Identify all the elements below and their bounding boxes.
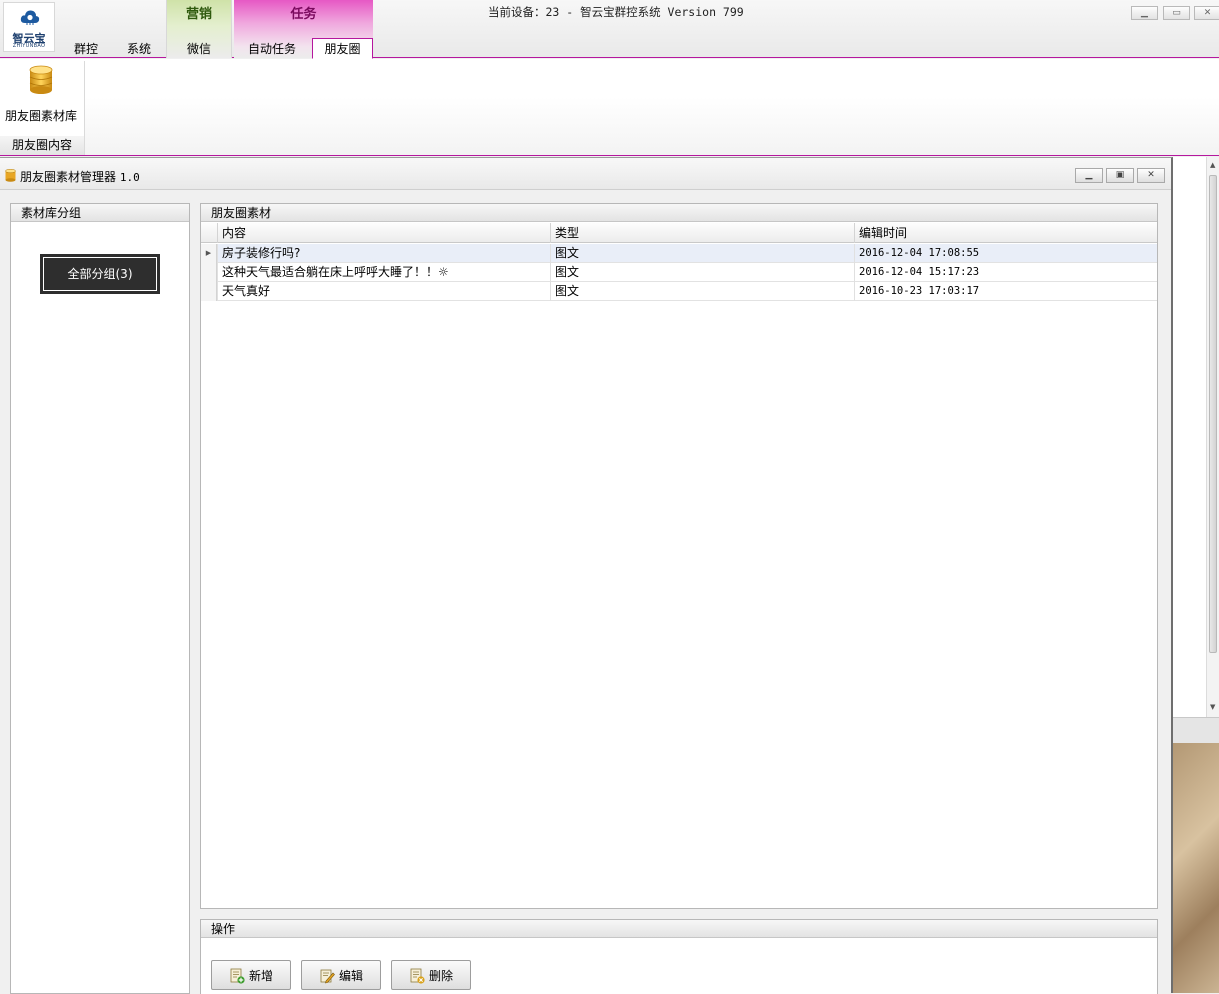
mdi-area: ▲ ▼ 朋友圈素材管理器 1.0 ▁ ▣ ✕ 素材库分组 全部分组(3) 朋友圈… bbox=[0, 157, 1219, 994]
child-window-title: 朋友圈素材管理器 1.0 bbox=[20, 168, 140, 185]
tab-moments[interactable]: 朋友圈 bbox=[312, 38, 373, 59]
table-row[interactable]: 这种天气最适合躺在床上呼呼大睡了！！☼ 图文 2016-12-04 15:17:… bbox=[201, 263, 1157, 282]
child-maximize-button[interactable]: ▣ bbox=[1106, 168, 1134, 183]
row-type: 图文 bbox=[550, 263, 854, 282]
row-type: 图文 bbox=[550, 282, 854, 301]
groups-panel: 素材库分组 全部分组(3) bbox=[10, 203, 190, 994]
logo-subtitle: ZHIYUNBAO bbox=[12, 43, 46, 49]
edit-button[interactable]: 编辑 bbox=[301, 960, 381, 990]
minimize-icon: ▁ bbox=[1141, 8, 1148, 18]
close-button[interactable]: ✕ bbox=[1194, 6, 1219, 20]
database-icon bbox=[29, 65, 53, 94]
materials-panel: 朋友圈素材 内容 类型 编辑时间 ▶ 房子装修行吗? 图文 2016-12-04… bbox=[200, 203, 1158, 909]
row-time: 2016-10-23 17:03:17 bbox=[854, 282, 1157, 301]
background-window-bar bbox=[1173, 717, 1219, 743]
tab-wechat[interactable]: 微信 bbox=[183, 40, 215, 58]
app-logo: 智云宝 ZHIYUNBAO bbox=[3, 2, 55, 52]
operations-panel-header: 操作 bbox=[201, 920, 1157, 938]
row-time: 2016-12-04 15:17:23 bbox=[854, 263, 1157, 282]
minimize-icon: ▁ bbox=[1085, 170, 1093, 180]
maximize-icon: ▣ bbox=[1115, 170, 1125, 180]
groups-panel-header: 素材库分组 bbox=[11, 204, 189, 222]
add-icon bbox=[230, 968, 245, 984]
all-groups-button[interactable]: 全部分组(3) bbox=[40, 254, 160, 294]
mdi-scrollbar[interactable]: ▲ ▼ bbox=[1206, 157, 1219, 717]
table-row[interactable]: ▶ 房子装修行吗? 图文 2016-12-04 17:08:55 bbox=[201, 244, 1157, 263]
materials-panel-header: 朋友圈素材 bbox=[201, 204, 1157, 222]
row-indicator-icon: ▶ bbox=[201, 244, 217, 263]
app-titlebar: 智云宝 ZHIYUNBAO 营销 任务 群控 系统 微信 自动任务 朋友圈 当前… bbox=[0, 0, 1219, 59]
maximize-button[interactable]: ▭ bbox=[1163, 6, 1190, 20]
table-header: 内容 类型 编辑时间 bbox=[201, 223, 1157, 243]
scroll-down-icon[interactable]: ▼ bbox=[1210, 703, 1215, 711]
cloud-logo-icon bbox=[20, 10, 40, 25]
operations-panel: 操作 新增 编辑 删除 bbox=[200, 919, 1158, 994]
desktop-background bbox=[1173, 743, 1219, 993]
child-window-version: 1.0 bbox=[119, 171, 140, 184]
table-row[interactable]: 天气真好 图文 2016-10-23 17:03:17 bbox=[201, 282, 1157, 301]
tab-group-control[interactable]: 群控 bbox=[70, 40, 102, 58]
add-button[interactable]: 新增 bbox=[211, 960, 291, 990]
ribbon-group-label: 朋友圈内容 bbox=[0, 136, 84, 155]
moments-library-button[interactable]: 朋友圈素材库 bbox=[2, 63, 80, 135]
minimize-button[interactable]: ▁ bbox=[1131, 6, 1158, 20]
child-minimize-button[interactable]: ▁ bbox=[1075, 168, 1103, 183]
edit-icon bbox=[320, 969, 335, 984]
edit-button-label: 编辑 bbox=[339, 969, 364, 983]
delete-button-label: 删除 bbox=[429, 969, 454, 983]
delete-icon bbox=[410, 968, 425, 984]
context-group-task-title: 任务 bbox=[290, 7, 317, 22]
row-content: 房子装修行吗? bbox=[217, 244, 550, 263]
child-titlebar: 朋友圈素材管理器 1.0 ▁ ▣ ✕ bbox=[0, 158, 1171, 190]
context-group-marketing-title: 营销 bbox=[185, 7, 212, 22]
child-window-title-text: 朋友圈素材管理器 bbox=[20, 170, 117, 184]
scrollbar-thumb[interactable] bbox=[1209, 175, 1217, 653]
maximize-icon: ▭ bbox=[1172, 8, 1181, 18]
column-header-content[interactable]: 内容 bbox=[217, 223, 550, 243]
close-icon: ✕ bbox=[1147, 170, 1155, 180]
database-icon bbox=[5, 169, 16, 182]
column-header-type[interactable]: 类型 bbox=[550, 223, 854, 243]
moments-library-label: 朋友圈素材库 bbox=[4, 109, 77, 123]
ribbon-panel: 朋友圈素材库 朋友圈内容 bbox=[0, 59, 1219, 156]
row-content: 天气真好 bbox=[217, 282, 550, 301]
material-manager-window: 朋友圈素材管理器 1.0 ▁ ▣ ✕ 素材库分组 全部分组(3) 朋友圈素材 内… bbox=[0, 157, 1173, 994]
add-button-label: 新增 bbox=[249, 969, 274, 983]
window-title: 当前设备：23 - 智云宝群控系统 Version 799 bbox=[488, 5, 744, 19]
column-header-time[interactable]: 编辑时间 bbox=[854, 223, 1157, 243]
child-close-button[interactable]: ✕ bbox=[1137, 168, 1165, 183]
tab-auto-task[interactable]: 自动任务 bbox=[244, 40, 300, 58]
row-content: 这种天气最适合躺在床上呼呼大睡了！！☼ bbox=[217, 263, 550, 282]
tab-system[interactable]: 系统 bbox=[122, 40, 156, 58]
delete-button[interactable]: 删除 bbox=[391, 960, 471, 990]
ribbon-group-divider bbox=[84, 61, 85, 155]
close-icon: ✕ bbox=[1203, 8, 1212, 18]
scroll-up-icon[interactable]: ▲ bbox=[1210, 161, 1215, 169]
row-type: 图文 bbox=[550, 244, 854, 263]
row-time: 2016-12-04 17:08:55 bbox=[854, 244, 1157, 263]
